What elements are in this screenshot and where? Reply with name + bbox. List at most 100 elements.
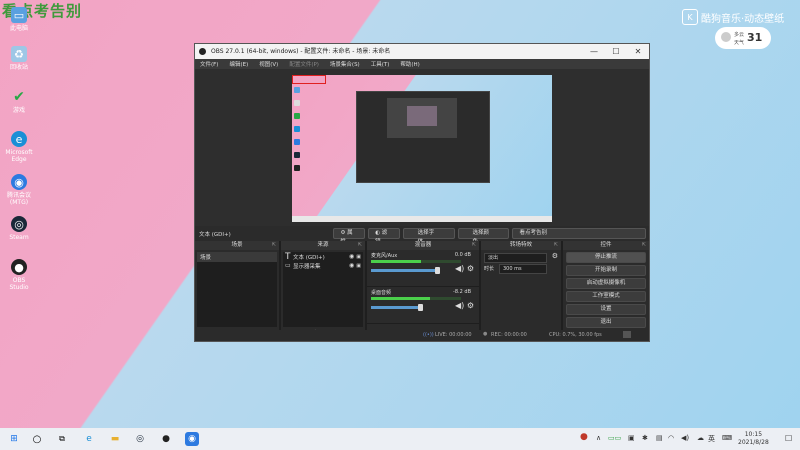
input-language[interactable]: 英 bbox=[708, 434, 715, 444]
source-item[interactable]: T 文本 (GDI+) ◉ ▣ bbox=[283, 251, 363, 262]
lock-icon[interactable]: ▣ bbox=[356, 263, 361, 269]
weather-widget[interactable]: 多云 天气 31 bbox=[715, 27, 771, 49]
rec-timer: REC: 00:00:00 bbox=[491, 332, 527, 338]
selected-source-box[interactable] bbox=[292, 75, 326, 84]
obs-title-bar[interactable]: OBS 27.0.1 (64-bit, windows) - 配置文件: 未命名… bbox=[195, 44, 649, 59]
battery-icon[interactable]: ▭▭ bbox=[608, 434, 621, 442]
speaker-icon[interactable]: ◀) bbox=[455, 301, 464, 310]
dock-float-icon[interactable]: ⇱ bbox=[272, 241, 276, 250]
preview-area[interactable] bbox=[195, 69, 649, 226]
sources-dock-header: 来源 ⇱ bbox=[281, 241, 365, 250]
text-preview-field[interactable]: 看点考告别 bbox=[512, 228, 646, 239]
clock-date: 2021/8/28 bbox=[738, 439, 769, 446]
mixer-channel-icons: ◀) ⚙ bbox=[455, 264, 474, 273]
desktop-icon-obs[interactable]: ● OBS Studio bbox=[4, 259, 34, 291]
scenes-list: 场景 bbox=[197, 252, 277, 327]
gear-icon[interactable]: ⚙ bbox=[552, 252, 558, 260]
sources-list: T 文本 (GDI+) ◉ ▣ ▭ 显示器采集 ◉ ▣ bbox=[283, 252, 363, 327]
system-clock[interactable]: 10:15 2021/8/28 bbox=[738, 431, 769, 447]
desktop-icon-this-pc[interactable]: ▭ 此电脑 bbox=[4, 7, 34, 32]
dock-float-icon[interactable]: ⇱ bbox=[358, 241, 362, 250]
volume-meter bbox=[371, 297, 461, 300]
gear-icon[interactable]: ⚙ bbox=[467, 264, 474, 273]
volume-knob[interactable] bbox=[434, 267, 440, 274]
menu-help[interactable]: 帮助(H) bbox=[400, 60, 419, 68]
dock-float-icon[interactable]: ⇱ bbox=[642, 241, 646, 250]
lock-icon[interactable]: ▣ bbox=[356, 254, 361, 260]
scene-item[interactable]: 场景 bbox=[197, 252, 277, 262]
exit-button[interactable]: 退出 bbox=[566, 317, 646, 328]
select-font-button[interactable]: 选择字体 bbox=[402, 228, 455, 245]
folder-icon[interactable]: ▬ bbox=[108, 432, 122, 446]
menu-tools[interactable]: 工具(T) bbox=[371, 60, 390, 68]
wifi-icon[interactable]: ◠ bbox=[668, 434, 674, 442]
maximize-button[interactable]: ☐ bbox=[605, 44, 627, 59]
mixer-dock-header: 混音器 ⇱ bbox=[367, 241, 479, 250]
edge-icon[interactable]: e bbox=[82, 432, 96, 446]
start-virtual-camera-button[interactable]: 启动虚拟摄像机 bbox=[566, 278, 646, 289]
desktop-icon-edge[interactable]: e Microsoft Edge bbox=[4, 131, 34, 163]
mixer-title: 混音器 bbox=[414, 242, 432, 248]
meter-fill bbox=[371, 297, 430, 300]
transition-type-select[interactable]: 淡出 bbox=[484, 253, 547, 263]
mixer-channel: 麦克风/Aux 0.0 dB ◀) ⚙ bbox=[367, 250, 479, 287]
obs-icon[interactable]: ● bbox=[159, 432, 173, 446]
input-mode-icon[interactable]: ⌨ bbox=[722, 434, 732, 442]
mixer-channel: 桌面音频 -8.2 dB ◀) ⚙ bbox=[367, 287, 479, 324]
eye-icon[interactable]: ◉ bbox=[349, 253, 354, 260]
menu-file[interactable]: 文件(F) bbox=[200, 60, 218, 68]
minimize-button[interactable]: — bbox=[583, 44, 605, 59]
properties-button[interactable]: ⚙ 属性 bbox=[333, 228, 366, 245]
dock-float-icon[interactable]: ⇱ bbox=[472, 241, 476, 250]
desktop-icon-meeting[interactable]: ◉ 腾讯会议(MTG) bbox=[4, 174, 34, 206]
menu-view[interactable]: 视图(V) bbox=[259, 60, 278, 68]
network-icon[interactable]: ▤ bbox=[656, 434, 663, 442]
mini-desktop-icons bbox=[294, 87, 302, 178]
volume-slider[interactable] bbox=[371, 269, 437, 272]
text-source-icon: T bbox=[285, 251, 291, 262]
settings-button[interactable]: 设置 bbox=[566, 304, 646, 315]
menu-profile[interactable]: 配置文件(P) bbox=[289, 60, 319, 68]
controls-dock-header: 控件 ⇱ bbox=[563, 241, 649, 250]
notification-icon[interactable]: ☐ bbox=[785, 434, 792, 443]
meeting-icon[interactable]: ◉ bbox=[185, 432, 199, 446]
menu-edit[interactable]: 编辑(E) bbox=[229, 60, 248, 68]
desktop-icon-recycle-bin[interactable]: ♻ 回收站 bbox=[4, 46, 34, 71]
desktop-icon-game[interactable]: ✔ 游戏 bbox=[4, 89, 34, 115]
volume-icon[interactable]: ◀) bbox=[681, 434, 689, 442]
studio-mode-button[interactable]: 工作室模式 bbox=[566, 291, 646, 302]
windows-start-icon[interactable]: ⊞ bbox=[7, 432, 21, 446]
dock-float-icon[interactable]: ⇱ bbox=[554, 241, 558, 250]
task-view-icon[interactable]: ⧉ bbox=[55, 432, 69, 446]
wallpaper-watermark: K 酷狗音乐·动态壁纸 bbox=[682, 9, 784, 25]
stop-streaming-button[interactable]: 停止推流 bbox=[566, 252, 646, 263]
nested-preview bbox=[356, 91, 490, 183]
close-button[interactable]: ✕ bbox=[627, 44, 649, 59]
search-icon[interactable]: ○ bbox=[30, 432, 44, 446]
onedrive-icon[interactable]: ☁ bbox=[697, 434, 704, 442]
obs-window: OBS 27.0.1 (64-bit, windows) - 配置文件: 未命名… bbox=[194, 43, 650, 342]
source-item[interactable]: ▭ 显示器采集 ◉ ▣ bbox=[283, 261, 363, 270]
steam-icon: ◎ bbox=[11, 216, 27, 232]
app-tray-icon[interactable]: ▣ bbox=[628, 434, 635, 442]
volume-slider[interactable] bbox=[371, 306, 421, 309]
gear-icon[interactable]: ⚙ bbox=[467, 301, 474, 310]
record-tray-icon[interactable]: ● bbox=[580, 432, 588, 442]
eye-icon[interactable]: ◉ bbox=[349, 262, 354, 269]
bluetooth-icon[interactable]: ✱ bbox=[642, 434, 648, 442]
select-color-button[interactable]: 选择颜色 bbox=[457, 228, 510, 245]
desktop-icon-label: 腾讯会议(MTG) bbox=[6, 192, 31, 206]
filters-button[interactable]: ◐ 滤镜 bbox=[368, 228, 400, 245]
duration-input[interactable]: 300 ms bbox=[499, 264, 547, 274]
source-item-label: 文本 (GDI+) bbox=[293, 254, 325, 261]
start-recording-button[interactable]: 开始录制 bbox=[566, 265, 646, 276]
scenes-dock-header: 场景 ⇱ bbox=[195, 241, 279, 250]
speaker-icon[interactable]: ◀) bbox=[455, 264, 464, 273]
volume-knob[interactable] bbox=[418, 304, 424, 311]
steam-icon[interactable]: ◎ bbox=[133, 432, 147, 446]
preview-canvas[interactable] bbox=[292, 75, 552, 222]
desktop-icon-steam[interactable]: ◎ Steam bbox=[4, 216, 34, 241]
menu-scene-collection[interactable]: 场景集合(S) bbox=[330, 60, 360, 68]
controls-title: 控件 bbox=[600, 242, 612, 248]
chevron-up-icon[interactable]: ∧ bbox=[596, 434, 601, 442]
